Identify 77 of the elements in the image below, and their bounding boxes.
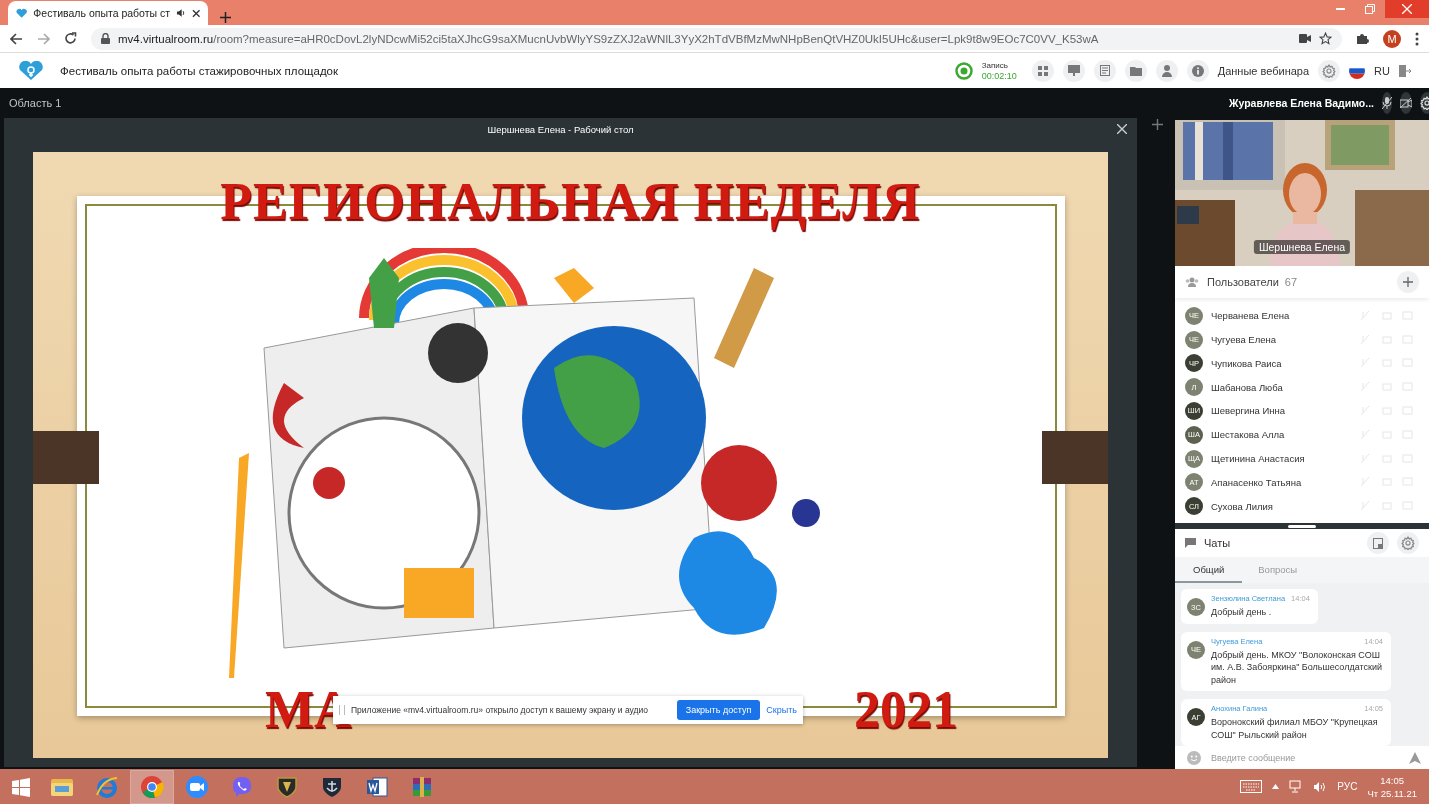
network-icon[interactable] [1289, 780, 1304, 794]
hide-link[interactable]: Скрыть [766, 705, 797, 716]
internet-explorer-icon[interactable] [95, 774, 119, 799]
users-title: Пользователи [1207, 276, 1279, 289]
area-title: Область 1 [9, 97, 62, 110]
plus-icon [1403, 277, 1413, 288]
star-icon[interactable] [1319, 32, 1332, 46]
add-icon[interactable] [1152, 119, 1163, 131]
volume-icon[interactable] [1313, 780, 1328, 793]
caret-icon[interactable] [1272, 784, 1280, 790]
grid-icon[interactable] [1037, 65, 1048, 76]
clock[interactable]: 14:05 Чт 25.11.21 [1367, 773, 1417, 800]
chat-icon [1185, 538, 1196, 549]
shield-icon[interactable] [276, 774, 298, 799]
message-input[interactable]: Введите сообщение [1209, 751, 1401, 764]
language-selector[interactable]: RU [1374, 64, 1390, 77]
user-name: Щетинина Анастасия [1211, 453, 1306, 465]
archive-icon[interactable] [410, 774, 434, 799]
stop-sharing-button[interactable]: Закрыть доступ [676, 700, 761, 721]
new-tab-icon[interactable] [220, 12, 231, 23]
message-text: Добрый день. МКОУ "Волоконская СОШ им. А.В. Забояркина" Большесолдатский район [1211, 648, 1383, 687]
add-button[interactable] [1397, 271, 1419, 294]
address-bar[interactable]: mv4.virtualroom.ru/room?measure=aHR0cDovL2lyNDcwMi52ci5taXJhcG9saXMucnUvbWlyYS9zZXJ2aWNlL3YyX2hTdVBfMzMwNHpBenQtVHZ0UkI5UHc&user=Lpk9t8w9EOc7C0VV_K53wA [91, 27, 1342, 50]
reload-icon[interactable] [64, 32, 77, 46]
user-icon[interactable] [1161, 64, 1172, 77]
exit-icon[interactable] [1399, 64, 1411, 77]
keyboard-icon[interactable] [1240, 780, 1263, 794]
document-icon[interactable] [365, 774, 389, 799]
document-icon[interactable] [1099, 65, 1110, 77]
app-title: Фестиваль опыта работы стажировочных площадок [60, 64, 339, 77]
logo-icon [18, 60, 44, 81]
restore-icon[interactable] [1365, 4, 1375, 14]
forward-icon[interactable] [37, 32, 50, 45]
presenter-name: Журавлева Елена Вадимо... [1229, 97, 1375, 110]
message-text: Воронокский филиал МБОУ "Крупецкая СОШ" Рыльский район [1211, 716, 1379, 742]
browser-tab[interactable]: Фестиваль опыта работы ст [8, 1, 208, 25]
user-name: Апанасенко Татьяна [1211, 476, 1303, 488]
folder-icon[interactable] [1129, 65, 1142, 76]
video-camera-icon[interactable] [1299, 34, 1311, 44]
video-camera-icon[interactable] [185, 774, 209, 799]
user-name: Чупикова Раиса [1211, 357, 1283, 369]
share-message: Приложение «mv4.virtualroom.ru» открыло доступ к вашему экрану и аудио [351, 705, 649, 716]
record-icon[interactable] [954, 61, 973, 80]
users-count: 67 [1284, 276, 1298, 289]
record-label: Запись [981, 60, 1009, 71]
monitor-icon[interactable] [1067, 65, 1080, 77]
back-icon[interactable] [10, 32, 23, 45]
user-name: Сухова Лилия [1211, 500, 1274, 512]
language-indicator[interactable]: РУС [1337, 781, 1358, 793]
lock-icon[interactable] [101, 33, 110, 45]
users-icon [1185, 277, 1199, 288]
minimize-icon[interactable] [1335, 8, 1345, 10]
chrome-icon[interactable] [140, 774, 164, 799]
user-name: Шабанова Люба [1211, 381, 1284, 393]
puzzle-icon[interactable] [1356, 32, 1369, 46]
message-text: Добрый день . [1211, 606, 1273, 619]
close-icon[interactable] [191, 8, 200, 18]
user-name: Черванева Елена [1211, 310, 1291, 322]
user-name: Шевергина Инна [1211, 405, 1287, 417]
document-icon[interactable] [1373, 537, 1383, 549]
profile-avatar[interactable]: M [1383, 29, 1401, 48]
speaker-icon[interactable] [176, 8, 186, 18]
phone-bubble-icon[interactable] [230, 774, 254, 799]
user-name: Шестакова Алла [1211, 429, 1286, 441]
webinar-info-link[interactable]: Данные вебинара [1217, 64, 1310, 77]
heart-icon [16, 7, 28, 19]
record-timer: 00:02:10 [981, 70, 1017, 81]
tab-title: Фестиваль опыта работы ст [33, 7, 171, 19]
menu-icon[interactable] [1415, 31, 1419, 46]
video-name-label: Шершнева Елена [1253, 240, 1351, 255]
send-icon[interactable] [1409, 751, 1421, 764]
chats-title: Чаты [1204, 537, 1232, 550]
microphone-off-icon[interactable] [1382, 97, 1393, 110]
user-name: Чугуева Елена [1211, 334, 1278, 346]
camera-off-icon[interactable] [1400, 98, 1413, 109]
window-title: Шершнева Елена - Рабочий стол [486, 123, 635, 135]
info-icon[interactable] [1191, 64, 1204, 77]
